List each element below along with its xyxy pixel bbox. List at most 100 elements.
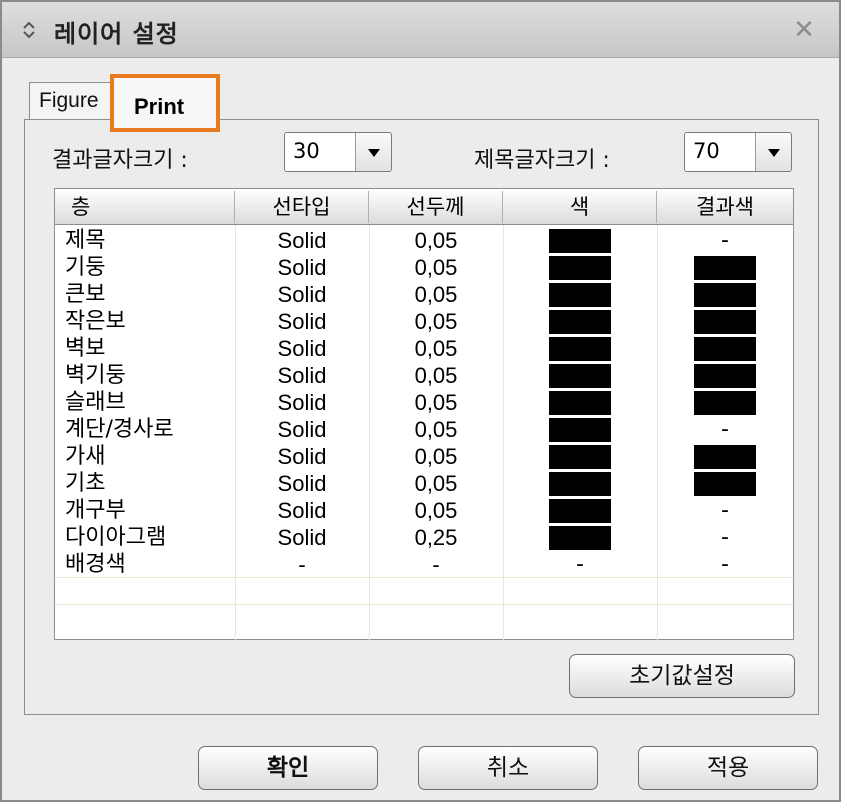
table-row[interactable]: 제목 Solid 0,05 - bbox=[55, 227, 793, 254]
color-swatch[interactable] bbox=[549, 337, 611, 361]
color-cell[interactable] bbox=[503, 308, 657, 335]
result-color-swatch[interactable] bbox=[694, 256, 756, 280]
ok-button[interactable]: 확인 bbox=[198, 746, 378, 790]
dropdown-arrow-icon[interactable] bbox=[355, 133, 391, 171]
line-thickness[interactable]: 0,05 bbox=[369, 335, 503, 362]
result-color-cell[interactable] bbox=[657, 281, 793, 308]
line-thickness[interactable]: 0,05 bbox=[369, 281, 503, 308]
result-color-cell[interactable] bbox=[657, 362, 793, 389]
color-swatch[interactable] bbox=[549, 256, 611, 280]
color-cell[interactable]: - bbox=[503, 551, 657, 578]
result-color-swatch[interactable] bbox=[694, 364, 756, 388]
color-cell[interactable] bbox=[503, 335, 657, 362]
result-color-cell[interactable] bbox=[657, 335, 793, 362]
layer-name[interactable]: 기둥 bbox=[65, 254, 235, 281]
line-type[interactable]: - bbox=[235, 551, 369, 578]
table-row[interactable]: 계단/경사로 Solid 0,05 - bbox=[55, 416, 793, 443]
table-row[interactable]: 벽기둥 Solid 0,05 bbox=[55, 362, 793, 389]
line-type[interactable]: Solid bbox=[235, 227, 369, 254]
color-cell[interactable] bbox=[503, 389, 657, 416]
color-cell[interactable] bbox=[503, 524, 657, 551]
table-row[interactable]: 기둥 Solid 0,05 bbox=[55, 254, 793, 281]
header-result-color[interactable]: 결과색 bbox=[657, 191, 793, 223]
layer-name[interactable]: 기초 bbox=[65, 470, 235, 497]
tab-figure[interactable]: Figure bbox=[29, 82, 111, 120]
result-color-swatch[interactable] bbox=[694, 283, 756, 307]
layer-name[interactable]: 작은보 bbox=[65, 308, 235, 335]
table-row[interactable]: 기초 Solid 0,05 bbox=[55, 470, 793, 497]
header-layer[interactable]: 층 bbox=[55, 191, 235, 223]
line-thickness[interactable]: 0,05 bbox=[369, 254, 503, 281]
color-cell[interactable] bbox=[503, 362, 657, 389]
result-color-swatch[interactable] bbox=[694, 337, 756, 361]
result-color-swatch[interactable] bbox=[694, 391, 756, 415]
close-icon[interactable]: ✕ bbox=[792, 17, 816, 43]
result-color-cell[interactable] bbox=[657, 389, 793, 416]
line-type[interactable]: Solid bbox=[235, 524, 369, 551]
result-color-cell[interactable] bbox=[657, 308, 793, 335]
layer-name[interactable]: 벽기둥 bbox=[65, 362, 235, 389]
line-thickness[interactable]: 0,25 bbox=[369, 524, 503, 551]
table-row[interactable]: 벽보 Solid 0,05 bbox=[55, 335, 793, 362]
layer-name[interactable]: 슬래브 bbox=[65, 389, 235, 416]
line-type[interactable]: Solid bbox=[235, 335, 369, 362]
line-type[interactable]: Solid bbox=[235, 470, 369, 497]
table-row[interactable]: 배경색 - - - - bbox=[55, 551, 793, 578]
color-swatch[interactable] bbox=[549, 499, 611, 523]
color-cell[interactable] bbox=[503, 281, 657, 308]
color-swatch[interactable] bbox=[549, 283, 611, 307]
color-swatch[interactable] bbox=[549, 391, 611, 415]
line-thickness[interactable]: 0,05 bbox=[369, 416, 503, 443]
color-cell[interactable] bbox=[503, 227, 657, 254]
line-type[interactable]: Solid bbox=[235, 308, 369, 335]
title-bar[interactable]: 레이어 설정 ✕ bbox=[2, 2, 839, 58]
header-line-type[interactable]: 선타입 bbox=[235, 191, 369, 223]
layer-name[interactable]: 다이아그램 bbox=[65, 524, 235, 551]
result-color-cell[interactable]: - bbox=[657, 416, 793, 443]
result-color-cell[interactable] bbox=[657, 443, 793, 470]
header-color[interactable]: 색 bbox=[503, 191, 657, 223]
color-swatch[interactable] bbox=[549, 418, 611, 442]
apply-button[interactable]: 적용 bbox=[638, 746, 818, 790]
layer-name[interactable]: 벽보 bbox=[65, 335, 235, 362]
color-swatch[interactable] bbox=[549, 445, 611, 469]
table-row[interactable]: 작은보 Solid 0,05 bbox=[55, 308, 793, 335]
line-type[interactable]: Solid bbox=[235, 443, 369, 470]
collapse-arrows-icon[interactable] bbox=[22, 20, 36, 40]
table-row[interactable]: 개구부 Solid 0,05 - bbox=[55, 497, 793, 524]
layer-name[interactable]: 큰보 bbox=[65, 281, 235, 308]
reset-defaults-button[interactable]: 초기값설정 bbox=[569, 654, 795, 698]
result-font-size-select[interactable]: 30 bbox=[284, 132, 392, 172]
line-type[interactable]: Solid bbox=[235, 416, 369, 443]
layer-name[interactable]: 배경색 bbox=[65, 551, 235, 578]
color-cell[interactable] bbox=[503, 254, 657, 281]
layer-name[interactable]: 개구부 bbox=[65, 497, 235, 524]
color-swatch[interactable] bbox=[549, 472, 611, 496]
line-thickness[interactable]: 0,05 bbox=[369, 443, 503, 470]
dropdown-arrow-icon[interactable] bbox=[755, 133, 791, 171]
color-swatch[interactable] bbox=[549, 526, 611, 550]
table-row[interactable]: 슬래브 Solid 0,05 bbox=[55, 389, 793, 416]
color-cell[interactable] bbox=[503, 416, 657, 443]
line-thickness[interactable]: 0,05 bbox=[369, 227, 503, 254]
result-color-cell[interactable] bbox=[657, 254, 793, 281]
line-thickness[interactable]: 0,05 bbox=[369, 497, 503, 524]
result-color-swatch[interactable] bbox=[694, 445, 756, 469]
line-thickness[interactable]: 0,05 bbox=[369, 362, 503, 389]
result-color-swatch[interactable] bbox=[694, 310, 756, 334]
layer-name[interactable]: 계단/경사로 bbox=[65, 416, 235, 443]
cancel-button[interactable]: 취소 bbox=[418, 746, 598, 790]
color-cell[interactable] bbox=[503, 470, 657, 497]
title-font-size-select[interactable]: 70 bbox=[684, 132, 792, 172]
result-color-swatch[interactable] bbox=[694, 472, 756, 496]
line-type[interactable]: Solid bbox=[235, 362, 369, 389]
result-color-cell[interactable]: - bbox=[657, 551, 793, 578]
header-line-thickness[interactable]: 선두께 bbox=[369, 191, 503, 223]
line-type[interactable]: Solid bbox=[235, 389, 369, 416]
line-thickness[interactable]: 0,05 bbox=[369, 389, 503, 416]
layer-name[interactable]: 제목 bbox=[65, 227, 235, 254]
line-type[interactable]: Solid bbox=[235, 254, 369, 281]
result-color-cell[interactable]: - bbox=[657, 524, 793, 551]
result-color-cell[interactable]: - bbox=[657, 497, 793, 524]
table-row[interactable]: 큰보 Solid 0,05 bbox=[55, 281, 793, 308]
